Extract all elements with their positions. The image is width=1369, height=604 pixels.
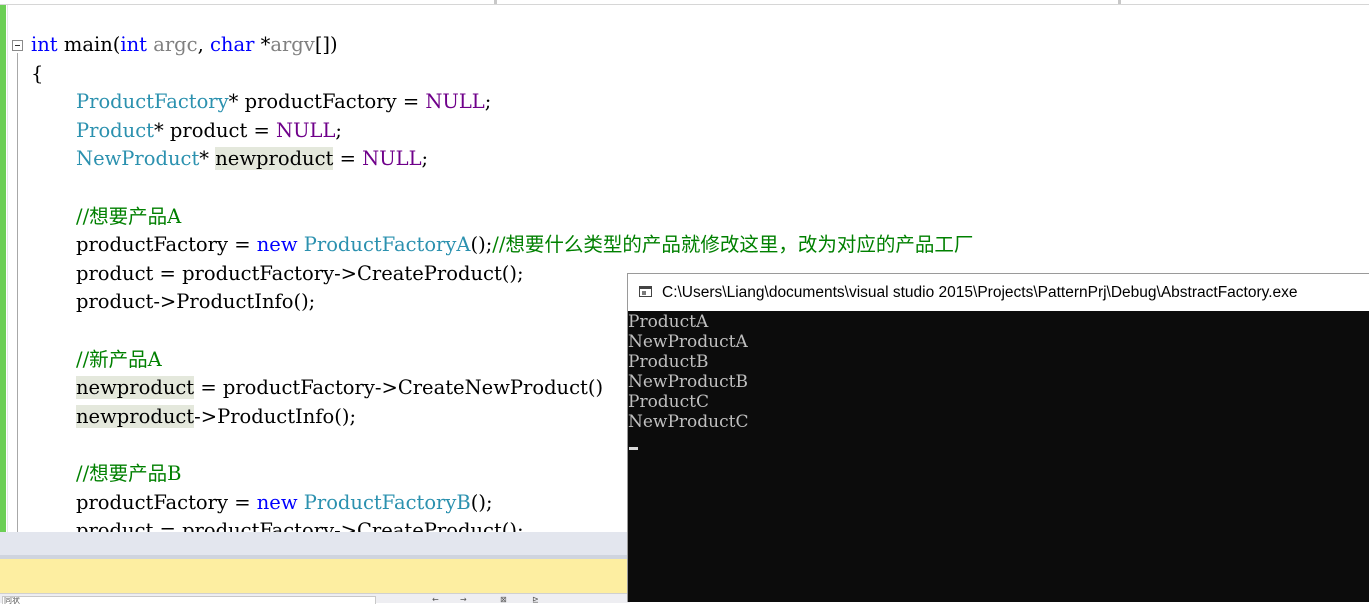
code-token: =: [333, 147, 363, 171]
code-line[interactable]: //想要产品A: [31, 203, 973, 232]
code-token: *: [199, 147, 216, 171]
code-token: //想要什么类型的产品就修改这里，改为对应的产品工厂: [492, 233, 974, 257]
editor-top-scroll-marker-strip: [0, 0, 1369, 5]
code-token: ProductFactoryB: [303, 490, 471, 514]
code-line[interactable]: Product* product = NULL;: [31, 117, 973, 146]
code-line[interactable]: productFactory = new ProductFactoryA();/…: [31, 231, 973, 260]
code-token: main(: [57, 33, 121, 56]
code-token: NewProduct: [76, 147, 200, 171]
code-token: //想要产品B: [76, 461, 182, 485]
code-token: {: [31, 61, 44, 85]
gutter-divider: [7, 5, 8, 532]
console-cursor: [629, 447, 638, 450]
outline-guide-line: [17, 53, 18, 532]
code-token: int: [31, 33, 58, 56]
code-token: ,: [197, 33, 210, 56]
scroll-marker: [494, 0, 497, 4]
code-line[interactable]: ProductFactory* productFactory = NULL;: [31, 88, 973, 117]
change-tracking-bar: [0, 5, 6, 532]
code-line[interactable]: [31, 174, 973, 203]
code-token: product->ProductInfo();: [76, 290, 316, 314]
code-token: productFactory =: [76, 490, 257, 514]
console-output-line: NewProductC: [628, 412, 749, 432]
code-token: ;: [335, 118, 342, 142]
panel-source-label: 同状: [4, 597, 20, 604]
console-output-line: NewProductA: [628, 332, 748, 352]
code-token: ProductFactoryA: [303, 233, 471, 257]
code-token: = productFactory->CreateNewProduct(): [194, 376, 604, 400]
code-line[interactable]: int main(int argc, char *argv[]): [31, 31, 973, 60]
panel-source-dropdown[interactable]: 同状: [2, 596, 376, 604]
console-app-icon: [639, 286, 652, 297]
code-token: NULL: [425, 90, 485, 114]
code-token: ();: [470, 490, 493, 514]
code-token: ();: [470, 233, 493, 257]
code-token: * productFactory =: [228, 90, 426, 114]
code-token: char: [209, 33, 255, 56]
code-token: []): [314, 33, 338, 56]
panel-header: [0, 532, 630, 555]
code-token: ->ProductInfo();: [194, 404, 357, 428]
code-token: productFactory =: [76, 233, 257, 257]
code-token: ProductFactory: [76, 90, 229, 114]
code-token: //想要产品A: [76, 204, 182, 228]
code-token: NULL: [362, 147, 422, 171]
console-title: C:\Users\Liang\documents\visual studio 2…: [662, 284, 1298, 301]
code-token: NULL: [276, 118, 336, 142]
code-token: new: [256, 490, 298, 514]
code-token: ;: [484, 90, 492, 114]
console-output-line: NewProductB: [628, 372, 748, 392]
code-line[interactable]: NewProduct* newproduct = NULL;: [31, 145, 973, 174]
code-token: newproduct: [215, 147, 334, 171]
code-token: product = productFactory->CreateProduct(…: [76, 519, 524, 532]
code-token: //新产品A: [76, 347, 162, 371]
collapse-icon[interactable]: [12, 40, 23, 51]
console-output-line: ProductC: [628, 392, 709, 412]
code-token: new: [256, 233, 298, 257]
console-output: ProductA NewProductA ProductB NewProductB Pr…: [628, 312, 748, 432]
code-token: product = productFactory->CreateProduct(…: [76, 261, 524, 285]
code-token: * product =: [153, 118, 277, 142]
output-panel: 同状 ← → ⊠ ⊵: [0, 532, 630, 604]
code-token: newproduct: [76, 376, 195, 400]
console-output-line: ProductB: [628, 352, 709, 372]
code-line[interactable]: {: [31, 60, 973, 89]
code-token: *: [254, 33, 271, 56]
code-token: argv: [270, 33, 315, 56]
console-window[interactable]: C:\Users\Liang\documents\visual studio 2…: [627, 273, 1369, 602]
info-bar: [0, 559, 630, 593]
code-token: argc: [153, 33, 198, 56]
scroll-marker: [1118, 0, 1121, 4]
console-output-line: ProductA: [628, 312, 709, 332]
code-token: int: [120, 33, 147, 56]
code-token: ;: [421, 147, 429, 171]
code-token: Product: [76, 118, 154, 142]
code-token: newproduct: [76, 404, 195, 428]
console-titlebar[interactable]: C:\Users\Liang\documents\visual studio 2…: [628, 274, 1369, 311]
